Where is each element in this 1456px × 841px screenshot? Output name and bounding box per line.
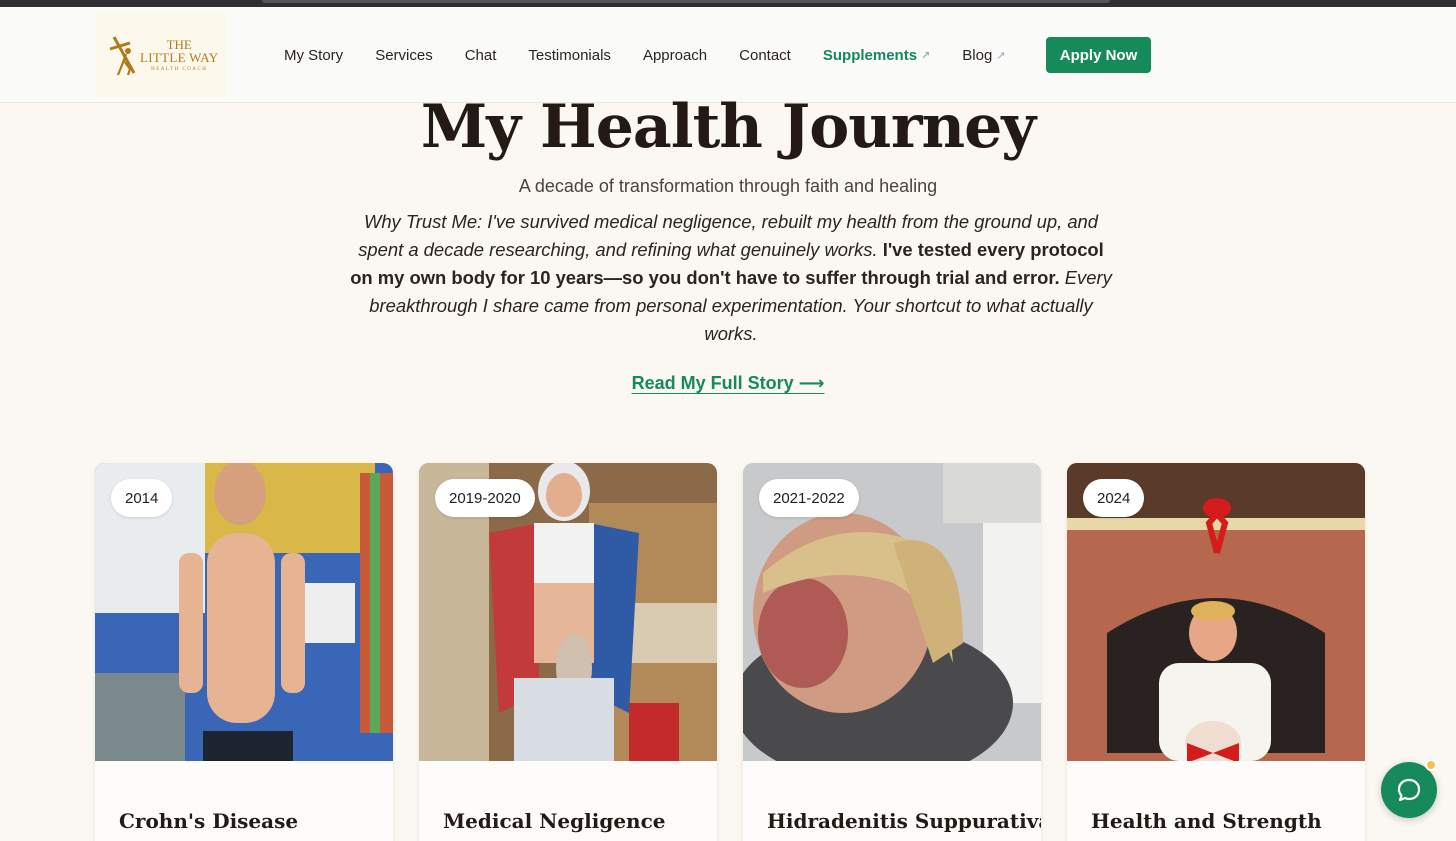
site-logo[interactable]: THE LITTLE WAY HEALTH COACH: [96, 13, 226, 97]
notification-dot: [1425, 759, 1437, 771]
chat-launcher-button[interactable]: [1381, 759, 1437, 818]
main-nav: My Story Services Chat Testimonials Appr…: [268, 7, 1022, 103]
nav-testimonials[interactable]: Testimonials: [528, 47, 611, 64]
timeline-card-title: Crohn's Disease: [119, 809, 299, 833]
logo-line-3: HEALTH COACH: [151, 67, 208, 72]
cross-figure-icon: [109, 36, 136, 76]
nav-approach[interactable]: Approach: [643, 47, 707, 64]
chat-bubble-icon: [1397, 778, 1421, 802]
timeline-card[interactable]: 2014 Crohn's Disease: [95, 463, 393, 841]
nav-blog[interactable]: Blog ↗: [962, 47, 1005, 64]
timeline-card-title: Health and Strength: [1091, 809, 1322, 833]
apply-now-button[interactable]: Apply Now: [1046, 37, 1151, 73]
browser-top-strip: [0, 0, 1456, 7]
year-badge: 2019-2020: [435, 479, 535, 517]
nav-label: Testimonials: [528, 46, 611, 64]
nav-label: Contact: [739, 46, 791, 64]
nav-label: Services: [375, 46, 433, 64]
year-badge: 2024: [1083, 479, 1145, 517]
year-badge: 2021-2022: [759, 479, 859, 517]
year-badge: 2014: [111, 479, 173, 517]
timeline-card-title: Hidradenitis Suppurativa: [767, 809, 1041, 833]
external-link-icon: ↗: [921, 49, 931, 62]
read-full-story-link[interactable]: Read My Full Story ⟶: [632, 373, 825, 393]
nav-contact[interactable]: Contact: [739, 47, 791, 64]
nav-label: Approach: [642, 46, 708, 64]
nav-label: Chat: [464, 46, 497, 64]
nav-label: Blog: [962, 46, 993, 64]
timeline-card[interactable]: 2021-2022 Hidradenitis Suppurativa: [743, 463, 1041, 841]
page-title: My Health Journey: [420, 92, 1036, 162]
nav-services[interactable]: Services: [375, 47, 433, 64]
nav-label: My Story: [284, 46, 344, 64]
logo-line-2: LITTLE WAY: [140, 50, 219, 65]
site-header: THE LITTLE WAY HEALTH COACH My Story Ser…: [0, 7, 1456, 103]
timeline-card-title: Medical Negligence: [443, 809, 666, 833]
nav-label: Supplements: [822, 46, 918, 64]
nav-supplements[interactable]: Supplements ↗: [823, 47, 930, 64]
page-subtitle: A decade of transformation through faith…: [518, 176, 938, 196]
nav-my-story[interactable]: My Story: [284, 47, 343, 64]
trust-statement: Why Trust Me: I've survived medical negl…: [346, 208, 1116, 348]
timeline-card[interactable]: 2024 Health and Strength: [1067, 463, 1365, 841]
external-link-icon: ↗: [996, 49, 1006, 62]
timeline-card[interactable]: 2019-2020 Medical Negligence: [419, 463, 717, 841]
nav-chat[interactable]: Chat: [465, 47, 497, 64]
